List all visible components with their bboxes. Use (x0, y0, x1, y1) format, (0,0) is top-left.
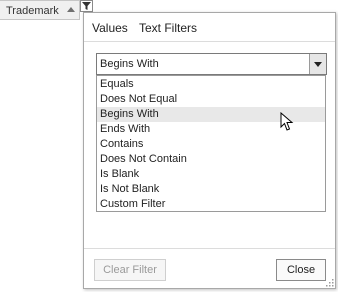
dropdown-option-does-not-contain[interactable]: Does Not Contain (97, 152, 325, 167)
dropdown-option-is-not-blank[interactable]: Is Not Blank (97, 182, 325, 197)
dropdown-option-is-blank[interactable]: Is Blank (97, 167, 325, 182)
chevron-down-icon (314, 62, 322, 67)
dropdown-option-does-not-equal[interactable]: Does Not Equal (97, 92, 325, 107)
condition-dropdown-list: Equals Does Not Equal Begins With Ends W… (96, 75, 326, 212)
condition-select-value: Begins With (100, 58, 159, 70)
dropdown-option-equals[interactable]: Equals (97, 77, 325, 92)
funnel-icon (82, 2, 91, 10)
dropdown-option-contains[interactable]: Contains (97, 137, 325, 152)
footer-divider (84, 248, 335, 249)
sort-ascending-icon[interactable] (67, 7, 75, 12)
filter-popup: Values Text Filters Begins With Equals D… (83, 12, 336, 289)
filter-tabs: Values Text Filters (84, 13, 335, 42)
filter-funnel-button[interactable] (80, 0, 93, 12)
close-button[interactable]: Close (276, 259, 326, 281)
resize-grip-icon[interactable] (325, 278, 334, 287)
column-header-trademark[interactable]: Trademark (0, 0, 80, 20)
condition-dropdown-button[interactable] (309, 54, 326, 74)
tab-text-filters[interactable]: Text Filters (139, 21, 197, 35)
dropdown-option-custom-filter[interactable]: Custom Filter (97, 197, 325, 212)
clear-filter-button[interactable]: Clear Filter (94, 259, 166, 281)
condition-select[interactable]: Begins With (96, 53, 327, 75)
tabs-divider (84, 41, 335, 42)
tab-values[interactable]: Values (92, 21, 128, 35)
column-header-title: Trademark (6, 5, 59, 17)
mouse-cursor-icon (280, 112, 294, 131)
